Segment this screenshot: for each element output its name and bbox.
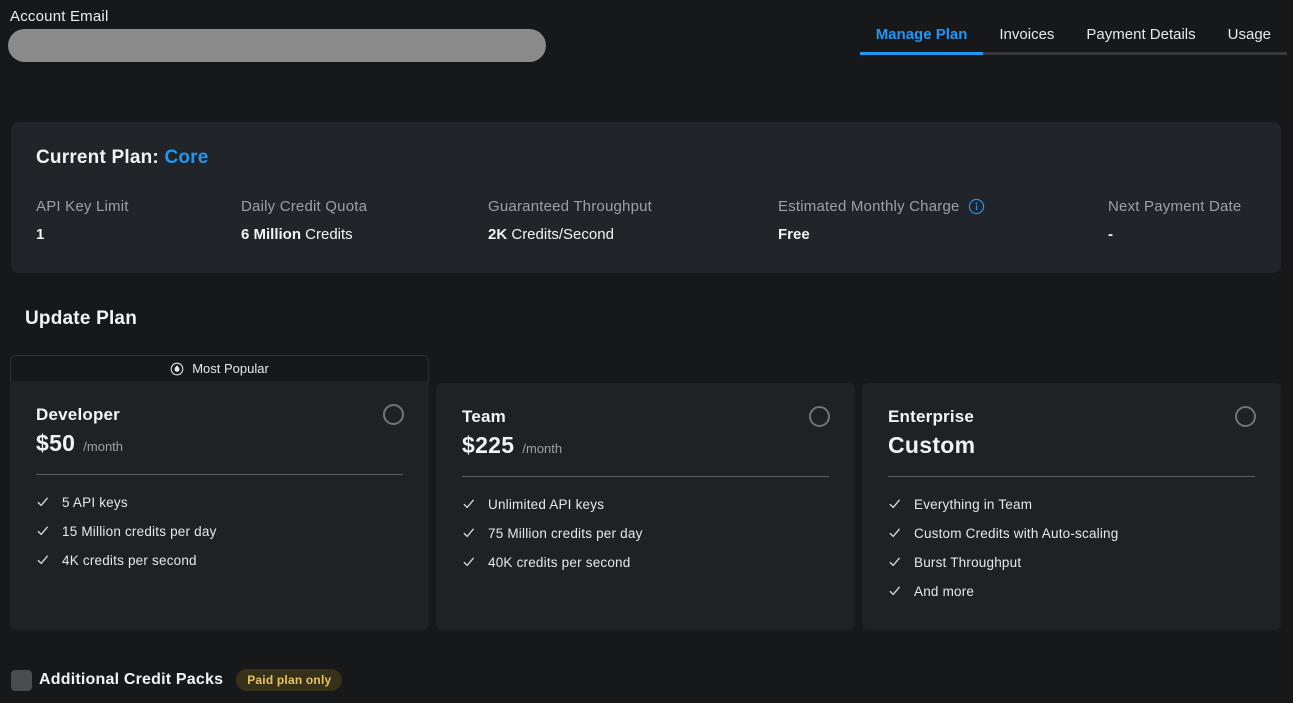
feature-text: 40K credits per second <box>488 555 630 570</box>
feature-text: Unlimited API keys <box>488 497 604 512</box>
divider <box>462 476 829 477</box>
plan-card-body[interactable]: Developer $50 /month 5 API keys 15 Milli… <box>10 381 429 630</box>
divider <box>36 474 403 475</box>
feature-item: Burst Throughput <box>888 554 1255 570</box>
stat-estimated-monthly-charge: Estimated Monthly Charge Free <box>778 198 1108 243</box>
feature-item: And more <box>888 583 1255 599</box>
plan-title: Developer <box>36 405 403 425</box>
plan-radio-team[interactable] <box>809 406 830 427</box>
plan-title: Enterprise <box>888 407 1255 427</box>
plan-features: Unlimited API keys 75 Million credits pe… <box>462 496 829 570</box>
additional-credit-packs-checkbox[interactable] <box>11 670 32 691</box>
additional-credit-packs-label: Additional Credit Packs <box>39 671 223 689</box>
tab-invoices[interactable]: Invoices <box>983 0 1070 55</box>
plan-price: Custom <box>888 432 975 459</box>
stat-next-payment-date: Next Payment Date - <box>1108 198 1256 243</box>
stat-label-with-info: Estimated Monthly Charge <box>778 198 1108 215</box>
stat-label: API Key Limit <box>36 198 241 215</box>
plan-card-developer: Most Popular Developer $50 /month 5 API … <box>10 355 429 630</box>
billing-tabs: Manage Plan Invoices Payment Details Usa… <box>860 0 1287 55</box>
stat-value: 2K Credits/Second <box>488 226 778 243</box>
feature-item: Custom Credits with Auto-scaling <box>888 525 1255 541</box>
feature-text: Custom Credits with Auto-scaling <box>914 526 1118 541</box>
stat-value: Free <box>778 226 1108 243</box>
stat-label: Next Payment Date <box>1108 198 1256 215</box>
feature-item: 4K credits per second <box>36 552 403 568</box>
most-popular-label: Most Popular <box>192 361 269 376</box>
feature-text: 75 Million credits per day <box>488 526 643 541</box>
stat-label: Guaranteed Throughput <box>488 198 778 215</box>
check-icon <box>888 555 902 569</box>
paid-plan-only-badge: Paid plan only <box>236 669 342 691</box>
stat-label: Daily Credit Quota <box>241 198 488 215</box>
plan-price-row: $225 /month <box>462 432 829 459</box>
feature-item: Unlimited API keys <box>462 496 829 512</box>
plan-radio-enterprise[interactable] <box>1235 406 1256 427</box>
billing-page: Account Email Manage Plan Invoices Payme… <box>0 0 1293 703</box>
tab-usage[interactable]: Usage <box>1212 0 1287 55</box>
plan-price-row: $50 /month <box>36 430 403 457</box>
current-plan-card: Current Plan: Core API Key Limit 1 Daily… <box>11 122 1281 273</box>
feature-text: 4K credits per second <box>62 553 197 568</box>
check-icon <box>462 526 476 540</box>
plan-price: $50 <box>36 430 75 457</box>
plan-features: 5 API keys 15 Million credits per day 4K… <box>36 494 403 568</box>
stat-daily-credit-quota: Daily Credit Quota 6 Million Credits <box>241 198 488 243</box>
additional-credit-packs-row: Additional Credit Packs Paid plan only <box>11 669 342 691</box>
check-icon <box>888 584 902 598</box>
feature-text: 5 API keys <box>62 495 128 510</box>
stat-value: 6 Million Credits <box>241 226 488 243</box>
check-icon <box>888 497 902 511</box>
account-email-block: Account Email <box>10 8 546 62</box>
flame-icon <box>170 362 184 376</box>
check-icon <box>462 497 476 511</box>
plans-row: Most Popular Developer $50 /month 5 API … <box>10 355 1281 630</box>
plan-price: $225 <box>462 432 514 459</box>
plan-card-body[interactable]: Team $225 /month Unlimited API keys 75 M… <box>436 383 855 630</box>
plan-features: Everything in Team Custom Credits with A… <box>888 496 1255 599</box>
check-icon <box>36 553 50 567</box>
stat-value: - <box>1108 226 1256 243</box>
most-popular-banner: Most Popular <box>10 355 429 381</box>
tab-manage-plan[interactable]: Manage Plan <box>860 0 984 55</box>
feature-item: 75 Million credits per day <box>462 525 829 541</box>
feature-item: 40K credits per second <box>462 554 829 570</box>
account-email-label: Account Email <box>10 8 546 25</box>
stat-guaranteed-throughput: Guaranteed Throughput 2K Credits/Second <box>488 198 778 243</box>
check-icon <box>36 524 50 538</box>
stat-value: 1 <box>36 226 241 243</box>
account-email-input[interactable] <box>8 29 546 62</box>
feature-item: 5 API keys <box>36 494 403 510</box>
plan-card-body[interactable]: Enterprise Custom Everything in Team Cus… <box>862 383 1281 630</box>
feature-text: Everything in Team <box>914 497 1032 512</box>
plan-card-enterprise: Enterprise Custom Everything in Team Cus… <box>862 383 1281 630</box>
plan-radio-developer[interactable] <box>383 404 404 425</box>
check-icon <box>888 526 902 540</box>
check-icon <box>462 555 476 569</box>
check-icon <box>36 495 50 509</box>
plan-title: Team <box>462 407 829 427</box>
current-plan-name: Core <box>164 147 208 168</box>
feature-item: Everything in Team <box>888 496 1255 512</box>
plan-price-row: Custom <box>888 432 1255 459</box>
plan-period: /month <box>522 441 562 456</box>
update-plan-heading: Update Plan <box>25 308 137 330</box>
tab-payment-details[interactable]: Payment Details <box>1070 0 1211 55</box>
current-plan-stats: API Key Limit 1 Daily Credit Quota 6 Mil… <box>36 198 1256 243</box>
current-plan-title: Current Plan: Core <box>36 147 1256 169</box>
plan-card-team: Team $225 /month Unlimited API keys 75 M… <box>436 383 855 630</box>
feature-text: Burst Throughput <box>914 555 1021 570</box>
divider <box>888 476 1255 477</box>
current-plan-title-prefix: Current Plan: <box>36 147 159 168</box>
stat-api-key-limit: API Key Limit 1 <box>36 198 241 243</box>
feature-text: 15 Million credits per day <box>62 524 217 539</box>
info-icon[interactable] <box>968 198 985 215</box>
feature-item: 15 Million credits per day <box>36 523 403 539</box>
plan-period: /month <box>83 439 123 454</box>
feature-text: And more <box>914 584 974 599</box>
